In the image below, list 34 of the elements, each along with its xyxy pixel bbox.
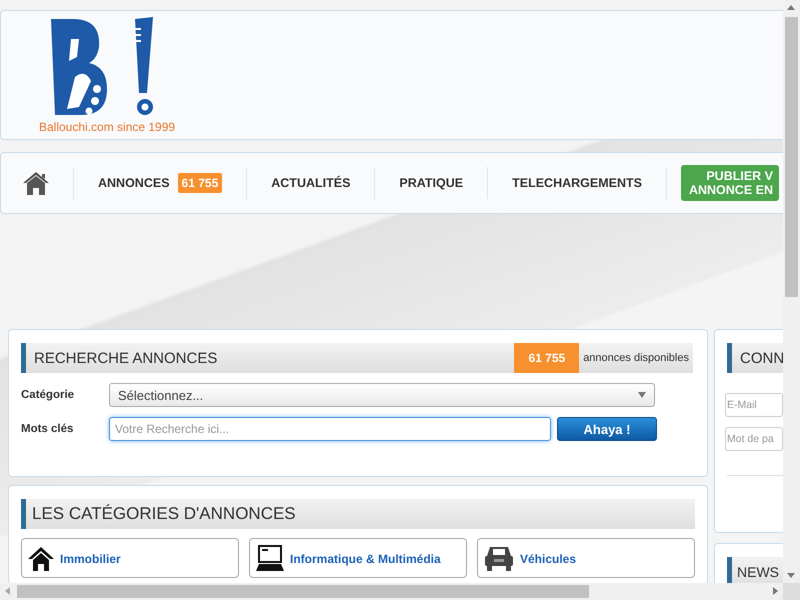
field-label: Mots clés (21, 423, 74, 435)
keywords-field[interactable]: Votre Recherche ici... (109, 417, 551, 441)
email-field[interactable]: E-Mail (725, 393, 783, 417)
house-icon (28, 545, 54, 571)
category-dropdown[interactable]: Sélectionnez... (109, 383, 655, 407)
right-arrow-icon[interactable] (773, 587, 778, 595)
count-badge: 61 755 (514, 343, 580, 373)
nav-link[interactable]: PRATIQUE (374, 167, 488, 199)
nav-link[interactable]: TELECHARGEMENTS (487, 167, 666, 199)
category-card[interactable]: Véhicules (477, 538, 695, 578)
nav-link[interactable]: ACTUALITÉS (246, 167, 374, 199)
panel-title: NEWS (736, 564, 779, 580)
home-icon[interactable] (23, 171, 49, 195)
panel-title: CONN (739, 350, 783, 366)
caret-icon (638, 392, 646, 398)
scrollbar-thumb[interactable] (17, 585, 589, 598)
slogan: Ballouchi.com since 1999 (39, 120, 176, 134)
nav-link[interactable]: ANNONCES 61 755 (73, 167, 246, 199)
computer-icon (256, 545, 284, 571)
horizontal-scrollbar[interactable] (0, 583, 783, 600)
search-button[interactable]: Ahaya ! (557, 417, 657, 441)
panel-title: RECHERCHE ANNONCES (33, 350, 218, 366)
panel-title: LES CATÉGORIES D'ANNONCES (31, 504, 296, 524)
scrollbar-thumb[interactable] (785, 17, 798, 297)
left-arrow-icon[interactable] (5, 587, 10, 595)
count-badge: 61 755 (178, 173, 222, 193)
up-arrow-icon[interactable] (787, 5, 795, 10)
password-field[interactable]: Mot de pa (725, 427, 783, 451)
category-card[interactable]: Immobilier (21, 538, 239, 578)
car-icon (484, 545, 514, 571)
field-label: Catégorie (21, 389, 76, 401)
category-card[interactable]: Informatique & Multimédia (249, 538, 467, 578)
count-label: annonces disponibles (582, 352, 690, 364)
down-arrow-icon[interactable] (787, 573, 795, 578)
